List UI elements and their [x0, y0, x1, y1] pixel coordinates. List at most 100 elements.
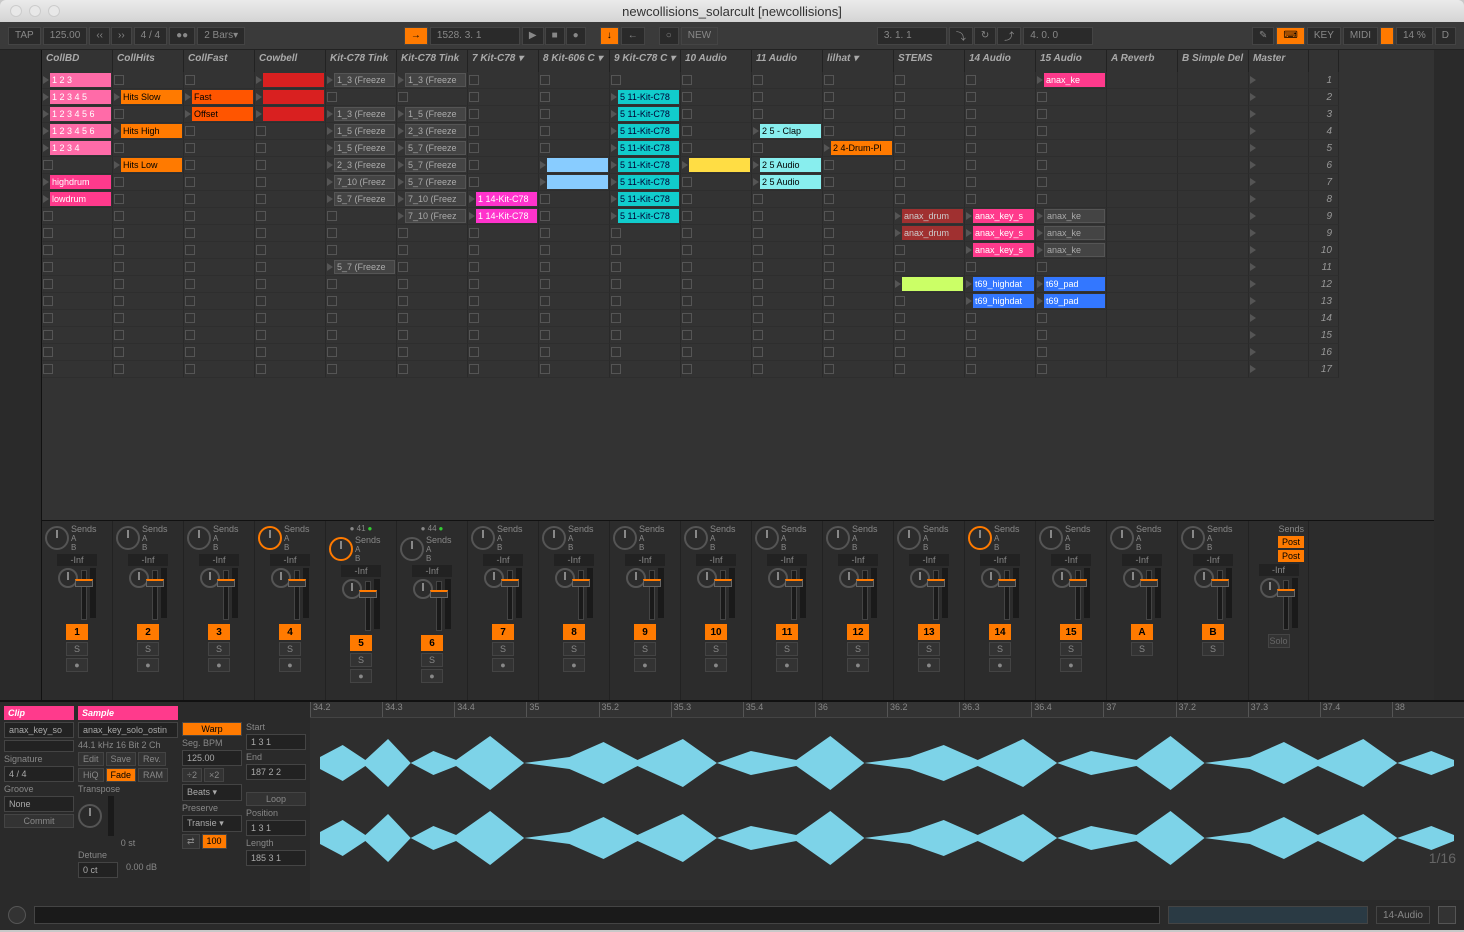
volume-value[interactable]: -Inf	[838, 554, 878, 566]
waveform-display[interactable]: 34.234.334.43535.235.335.43636.236.336.4…	[310, 702, 1464, 900]
ram-button[interactable]: RAM	[138, 768, 168, 782]
volume-value[interactable]: -Inf	[554, 554, 594, 566]
clip-slot[interactable]	[42, 361, 113, 378]
automation-arm-button[interactable]: ○	[659, 27, 679, 45]
clip-slot[interactable]	[610, 72, 681, 89]
clip-slot[interactable]: 7_10 (Freez	[397, 191, 468, 208]
clip-slot[interactable]	[1036, 123, 1107, 140]
clip-slot[interactable]	[610, 242, 681, 259]
track-header[interactable]: CollBD	[42, 50, 113, 72]
clip-slot[interactable]	[113, 310, 184, 327]
clip-slot[interactable]: highdrum	[42, 174, 113, 191]
clip-slot[interactable]	[255, 208, 326, 225]
clip-slot[interactable]	[539, 89, 610, 106]
send-a-knob[interactable]	[400, 537, 424, 561]
clip-slot[interactable]	[326, 344, 397, 361]
send-a-knob[interactable]	[1039, 526, 1063, 550]
track-header[interactable]: Kit-C78 Tink	[397, 50, 468, 72]
clip-slot[interactable]: 1_3 (Freeze	[326, 106, 397, 123]
track-header[interactable]: lilhat ▾	[823, 50, 894, 72]
clip-slot[interactable]	[184, 208, 255, 225]
clip-slot[interactable]: 2_3 (Freeze	[326, 157, 397, 174]
clip-slot[interactable]: anax_drum	[894, 225, 965, 242]
solo-button[interactable]: S	[421, 653, 443, 667]
clip-slot[interactable]	[681, 157, 752, 174]
clip-slot[interactable]	[823, 344, 894, 361]
help-icon[interactable]	[8, 906, 26, 924]
clip-slot[interactable]	[681, 208, 752, 225]
clip-slot[interactable]	[965, 123, 1036, 140]
clip-slot[interactable]	[681, 259, 752, 276]
clip-slot[interactable]	[539, 72, 610, 89]
clip-slot[interactable]	[255, 123, 326, 140]
volume-fader[interactable]	[1004, 570, 1010, 620]
scene-launch[interactable]	[1249, 106, 1309, 123]
clip-slot[interactable]	[539, 293, 610, 310]
clip-slot[interactable]: 7_10 (Freez	[397, 208, 468, 225]
solo-button[interactable]: S	[776, 642, 798, 656]
quantize-menu[interactable]: 2 Bars ▾	[197, 27, 245, 45]
clip-slot[interactable]: 5 11-Kit-C78	[610, 123, 681, 140]
send-a-knob[interactable]	[45, 526, 69, 550]
clip-slot[interactable]	[539, 242, 610, 259]
clip-slot[interactable]	[610, 327, 681, 344]
clip-slot[interactable]	[468, 259, 539, 276]
clip-slot[interactable]	[255, 191, 326, 208]
clip-slot[interactable]	[184, 123, 255, 140]
clip-slot[interactable]	[823, 191, 894, 208]
position-field[interactable]: 1 3 1	[246, 820, 306, 836]
bpm-field[interactable]: 125.00	[182, 750, 242, 766]
volume-value[interactable]: -Inf	[1193, 554, 1233, 566]
scene-number[interactable]: 6	[1309, 157, 1339, 174]
clip-slot[interactable]	[468, 106, 539, 123]
warp-button[interactable]: Warp	[182, 722, 242, 736]
clip-slot[interactable]	[184, 344, 255, 361]
volume-value[interactable]: -Inf	[199, 554, 239, 566]
scene-number[interactable]: 16	[1309, 344, 1339, 361]
arm-button[interactable]: ●	[66, 658, 88, 672]
clip-slot[interactable]: 5_7 (Freeze	[397, 174, 468, 191]
play-button[interactable]: ▶	[522, 27, 544, 45]
clip-slot[interactable]	[255, 157, 326, 174]
clip-name-field[interactable]: anax_key_so	[4, 722, 74, 738]
clip-slot[interactable]	[1107, 89, 1178, 106]
clip-slot[interactable]	[468, 89, 539, 106]
clip-slot[interactable]	[1178, 293, 1249, 310]
clip-slot[interactable]: Hits Low	[113, 157, 184, 174]
clip-slot[interactable]: 2_3 (Freeze	[397, 123, 468, 140]
clip-slot[interactable]	[42, 225, 113, 242]
clip-slot[interactable]	[894, 157, 965, 174]
rev-button[interactable]: Rev.	[138, 752, 166, 766]
end-field[interactable]: 187 2 2	[246, 764, 306, 780]
clip-slot[interactable]	[1107, 140, 1178, 157]
clip-slot[interactable]: anax_drum	[894, 208, 965, 225]
clip-slot[interactable]	[1107, 157, 1178, 174]
clip-slot[interactable]	[894, 191, 965, 208]
clip-slot[interactable]	[468, 344, 539, 361]
clip-slot[interactable]	[752, 361, 823, 378]
clip-slot[interactable]	[965, 310, 1036, 327]
send-a-knob[interactable]	[613, 526, 637, 550]
clip-slot[interactable]	[397, 293, 468, 310]
clip-slot[interactable]	[42, 293, 113, 310]
save-button[interactable]: Save	[106, 752, 137, 766]
loop-button[interactable]: Loop	[246, 792, 306, 806]
arm-button[interactable]: ●	[634, 658, 656, 672]
clip-slot[interactable]	[113, 293, 184, 310]
clip-slot[interactable]	[1107, 344, 1178, 361]
clip-slot[interactable]	[326, 310, 397, 327]
length-field[interactable]: 185 3 1	[246, 850, 306, 866]
groove-field[interactable]: None	[4, 796, 74, 812]
arm-button[interactable]: ●	[918, 658, 940, 672]
volume-value[interactable]: -Inf	[1051, 554, 1091, 566]
clip-slot[interactable]	[539, 327, 610, 344]
clip-slot[interactable]	[184, 242, 255, 259]
clip-slot[interactable]	[1036, 89, 1107, 106]
clip-slot[interactable]	[965, 259, 1036, 276]
clip-slot[interactable]	[1178, 106, 1249, 123]
clip-slot[interactable]	[184, 140, 255, 157]
track-header[interactable]: 14 Audio	[965, 50, 1036, 72]
scene-launch[interactable]	[1249, 208, 1309, 225]
clip-slot[interactable]	[255, 344, 326, 361]
clip-slot[interactable]	[539, 276, 610, 293]
